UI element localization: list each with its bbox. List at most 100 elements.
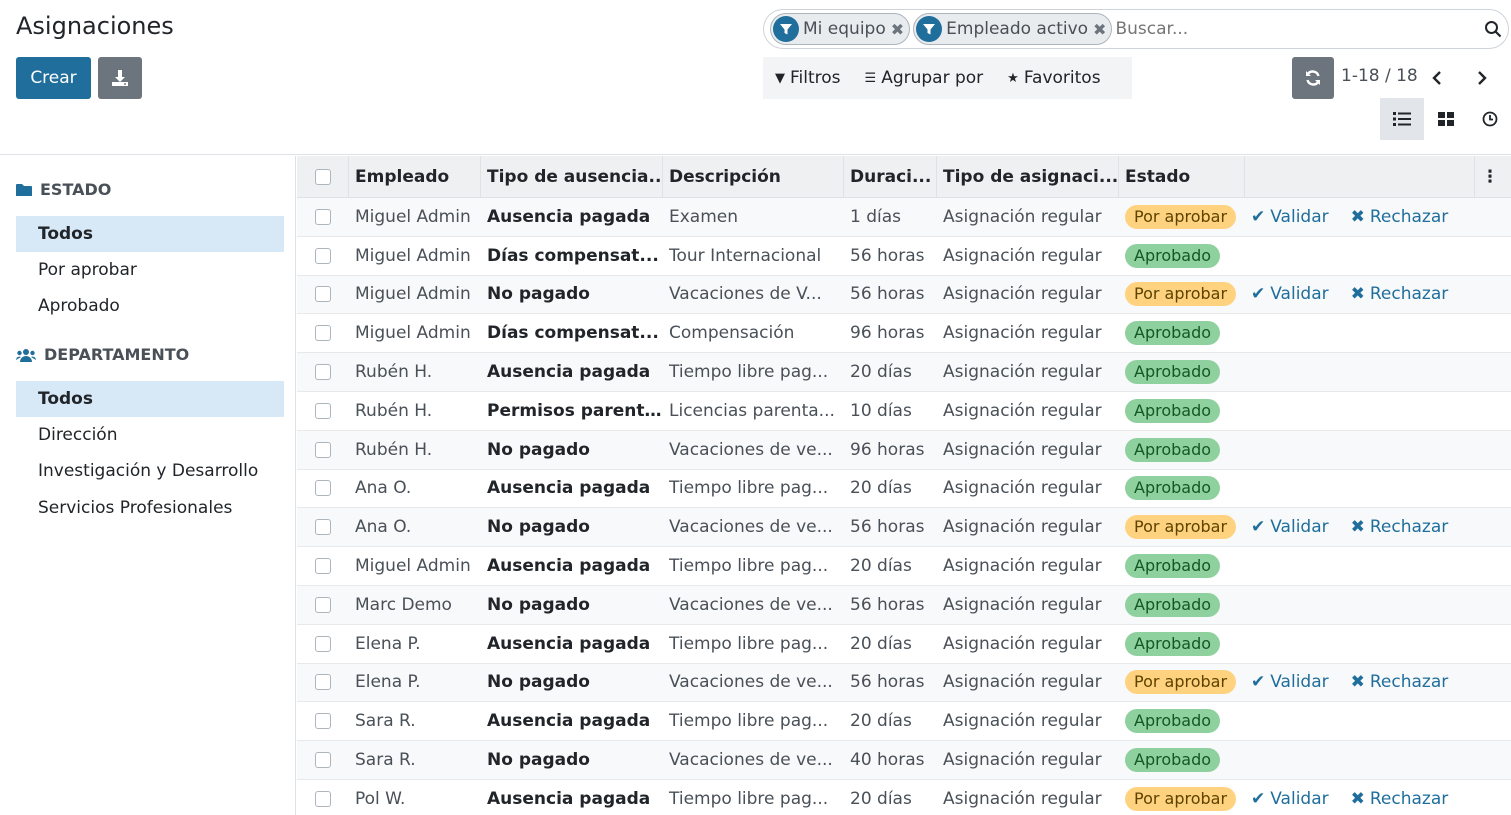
- row-checkbox[interactable]: [315, 752, 331, 769]
- employee-cell: Miguel Admin: [355, 206, 471, 227]
- validate-button[interactable]: ✔ Validar: [1251, 284, 1329, 304]
- filters-dropdown[interactable]: ▼ Filtros: [775, 68, 841, 88]
- kanban-view-button[interactable]: [1424, 98, 1468, 140]
- table-row[interactable]: Rubén H. No pagado Vacaciones de ve... 96 h…: [297, 430, 1511, 470]
- table-row[interactable]: Miguel Admin Ausencia pagada Tiempo libre …: [297, 547, 1511, 586]
- reject-button[interactable]: ✖ Rechazar: [1351, 789, 1449, 809]
- table-row[interactable]: Elena P. Ausencia pagada Tiempo libre pag.…: [297, 624, 1511, 664]
- department-filter-services[interactable]: Servicios Profesionales: [16, 490, 284, 526]
- table-row[interactable]: Pol W. Ausencia pagada Tiempo libre pag...…: [297, 779, 1511, 815]
- table-row[interactable]: Miguel Admin Días compensat... Compensació…: [297, 314, 1511, 354]
- status-badge: Aprobado: [1125, 748, 1221, 773]
- leave-type-cell: Días compensat...: [487, 323, 659, 344]
- row-checkbox[interactable]: [315, 635, 331, 652]
- table-row[interactable]: Sara R. Ausencia pagada Tiempo libre pag..…: [297, 702, 1511, 742]
- reject-button[interactable]: ✖ Rechazar: [1351, 672, 1449, 692]
- employee-cell: Miguel Admin: [355, 323, 471, 344]
- leave-type-cell: Ausencia pagada: [487, 206, 651, 227]
- table-row[interactable]: Elena P. No pagado Vacaciones de ve... 56 h…: [297, 663, 1511, 703]
- column-header-state[interactable]: Estado: [1119, 155, 1245, 198]
- allocation-type-cell: Asignación regular: [943, 750, 1102, 771]
- close-icon: ✖: [1350, 788, 1365, 809]
- reject-button[interactable]: ✖ Rechazar: [1351, 517, 1449, 537]
- state-section-title: ESTADO: [40, 180, 112, 199]
- search-facet-active-employee[interactable]: Empleado activo ✖: [913, 13, 1113, 45]
- optional-columns-icon[interactable]: ⋮: [1475, 156, 1505, 198]
- groupby-dropdown[interactable]: ☰ Agrupar por: [865, 68, 984, 88]
- reject-button[interactable]: ✖ Rechazar: [1351, 284, 1449, 304]
- search-icon[interactable]: [1478, 20, 1508, 38]
- state-filter-pending[interactable]: Por aprobar: [16, 252, 284, 288]
- department-filter-direction[interactable]: Dirección: [16, 417, 284, 453]
- row-checkbox[interactable]: [315, 674, 331, 691]
- department-filter-all[interactable]: Todos: [16, 381, 284, 417]
- row-checkbox[interactable]: [315, 402, 331, 419]
- filter-icon: [916, 16, 943, 42]
- table-row[interactable]: Ana O. No pagado Vacaciones de ve... 56 hor…: [297, 508, 1511, 548]
- refresh-button[interactable]: [1292, 57, 1334, 99]
- leave-type-cell: Ausencia pagada: [487, 556, 651, 577]
- state-filter-all[interactable]: Todos: [16, 216, 284, 252]
- column-header-description[interactable]: Descripción: [663, 155, 844, 198]
- favorites-dropdown[interactable]: ★ Favoritos: [1007, 68, 1100, 88]
- table-row[interactable]: Marc Demo No pagado Vacaciones de ve... 56 …: [297, 585, 1511, 625]
- search-facet-team[interactable]: Mi equipo ✖: [770, 13, 911, 45]
- table-row[interactable]: Rubén H. Ausencia pagada Tiempo libre pag.…: [297, 353, 1511, 392]
- row-checkbox[interactable]: [315, 325, 331, 342]
- download-icon: [112, 70, 128, 86]
- close-icon[interactable]: ✖: [1093, 20, 1106, 39]
- row-checkbox[interactable]: [315, 286, 331, 303]
- table-row[interactable]: Ana O. Ausencia pagada Tiempo libre pag...…: [297, 469, 1511, 509]
- table-row[interactable]: Sara R. No pagado Vacaciones de ve... 40 ho…: [297, 741, 1511, 780]
- column-header-employee[interactable]: Empleado: [349, 155, 481, 198]
- department-filter-rnd[interactable]: Investigación y Desarrollo: [16, 453, 284, 489]
- table-row[interactable]: Rubén H. Permisos parent... Licencias pare…: [297, 391, 1511, 431]
- table-row[interactable]: Miguel Admin Ausencia pagada Examen 1 días A…: [297, 198, 1511, 237]
- allocation-type-cell: Asignación regular: [943, 206, 1102, 227]
- actions-cell: ✔ Validar ✖ Rechazar: [1245, 517, 1475, 537]
- reject-button[interactable]: ✖ Rechazar: [1351, 207, 1449, 227]
- leave-type-cell: No pagado: [487, 439, 590, 460]
- state-cell: Aprobado: [1119, 360, 1245, 385]
- row-checkbox[interactable]: [315, 713, 331, 730]
- leave-type-cell: No pagado: [487, 750, 590, 771]
- validate-button[interactable]: ✔ Validar: [1251, 672, 1329, 692]
- activity-view-button[interactable]: [1468, 98, 1511, 140]
- actions-cell: ✔ Validar ✖ Rechazar: [1245, 207, 1475, 227]
- table-row[interactable]: Miguel Admin No pagado Vacaciones de V... 5…: [297, 275, 1511, 315]
- row-checkbox[interactable]: [315, 558, 331, 575]
- row-checkbox[interactable]: [315, 441, 331, 458]
- validate-button[interactable]: ✔ Validar: [1251, 517, 1329, 537]
- close-icon[interactable]: ✖: [891, 20, 904, 39]
- create-button[interactable]: Crear: [16, 57, 91, 99]
- list-icon: [1393, 112, 1411, 126]
- state-filter-approved[interactable]: Aprobado: [16, 288, 284, 324]
- description-cell: Tiempo libre pag...: [669, 711, 829, 732]
- list-view-button[interactable]: [1380, 98, 1424, 140]
- chevron-right-icon[interactable]: [1470, 66, 1494, 90]
- allocation-type-cell: Asignación regular: [943, 284, 1102, 305]
- chevron-left-icon[interactable]: [1425, 66, 1449, 90]
- employee-cell: Miguel Admin: [355, 284, 471, 305]
- validate-button[interactable]: ✔ Validar: [1251, 207, 1329, 227]
- duration-cell: 56 horas: [850, 672, 925, 693]
- employee-cell: Elena P.: [355, 672, 421, 693]
- pager-value[interactable]: 1-18 / 18: [1341, 66, 1418, 86]
- search-input[interactable]: [1115, 19, 1478, 39]
- column-header-duration[interactable]: Duraci...: [844, 155, 937, 198]
- row-checkbox[interactable]: [315, 480, 331, 497]
- validate-button[interactable]: ✔ Validar: [1251, 789, 1329, 809]
- row-checkbox[interactable]: [315, 596, 331, 613]
- download-button[interactable]: [98, 57, 142, 99]
- row-select-cell: [297, 674, 349, 691]
- column-header-leave-type[interactable]: Tipo de ausencia...: [481, 155, 663, 198]
- facet-label: Mi equipo: [803, 19, 886, 39]
- row-checkbox[interactable]: [315, 208, 331, 225]
- row-checkbox[interactable]: [315, 519, 331, 536]
- row-checkbox[interactable]: [315, 247, 331, 264]
- table-row[interactable]: Miguel Admin Días compensat... Tour Intern…: [297, 236, 1511, 276]
- column-header-allocation-type[interactable]: Tipo de asignaci...: [937, 155, 1119, 198]
- row-checkbox[interactable]: [315, 364, 331, 381]
- select-all-checkbox[interactable]: [314, 168, 331, 185]
- row-checkbox[interactable]: [315, 790, 331, 807]
